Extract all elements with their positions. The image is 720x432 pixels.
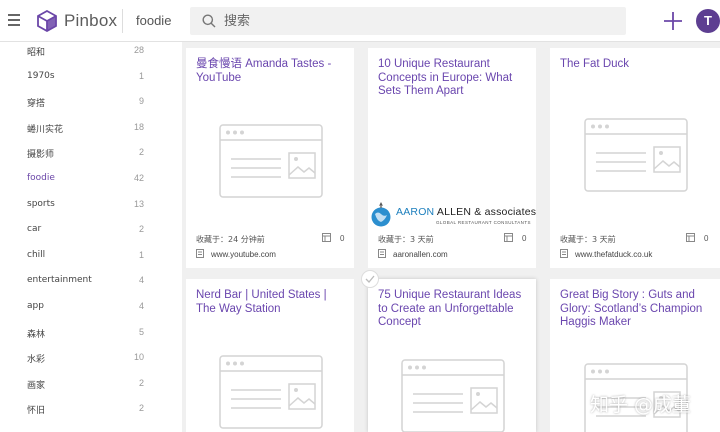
sidebar-item-count: 18 [133,121,144,132]
logo-wordmark: AARON ALLEN & associates [396,206,536,218]
reader-view-icon[interactable] [686,233,695,242]
zhihu-watermark: 知乎 @成董 [590,394,692,416]
view-count: 0 [522,234,527,243]
source-domain[interactable]: www.thefatduck.co.uk [575,250,652,259]
sidebar-item-count: 42 [133,173,144,183]
logo-wordmark-a: AARON [396,206,435,218]
bookmark-card[interactable]: Nerd Bar | United States | The Way Stati… [186,279,354,432]
sidebar-item-label: 昭和 [27,48,46,58]
sidebar-item-count: 4 [138,275,144,286]
sidebar-item-count: 10 [133,352,144,363]
sidebar-item-label: 穿搭 [27,99,46,110]
webpage-placeholder-icon [401,359,505,432]
aaron-allen-logo: AARON ALLEN & associates GLOBAL RESTAURA… [368,196,538,236]
page-icon [196,249,204,258]
card-title[interactable]: Nerd Bar | United States | The Way Stati… [196,289,346,316]
sidebar-item-count: 28 [133,45,144,55]
sidebar-item[interactable]: 蜷川实花 18 [0,119,182,139]
sidebar-item[interactable]: 森林 5 [0,324,182,344]
sidebar-item-label: sports [27,198,55,209]
card-title[interactable]: The Fat Duck [560,58,712,72]
view-count: 0 [704,234,709,243]
sidebar-item[interactable]: entertainment 4 [0,272,182,292]
sidebar-item[interactable]: 穿搭 9 [0,93,182,113]
brand-name[interactable]: Pinbox [64,11,117,31]
logo-tagline: GLOBAL RESTAURANT CONSULTANTS [436,220,531,225]
top-bar: Pinbox foodie T [0,0,720,42]
saved-time: 收藏于：3 天前 [378,235,434,244]
webpage-placeholder-icon [219,124,323,198]
sidebar-item[interactable]: 1970s 1 [0,68,182,88]
check-icon [365,275,375,283]
sidebar-item[interactable]: 昭和 28 [0,42,182,62]
sidebar-item-label: 摄影师 [27,150,55,161]
sidebar-item-label: 画家 [27,380,46,391]
collections-sidebar: 昭和 28 1970s 1 穿搭 9 蜷川实花 18 摄影师 2 foodie 42 spo… [0,42,182,432]
sidebar-item[interactable]: 画家 2 [0,375,182,395]
bookmark-card[interactable]: 曼食慢语 Amanda Tastes - YouTube 收藏于：24 分钟前 … [186,48,354,268]
source-domain[interactable]: www.youtube.com [211,250,276,259]
sidebar-item-label: 怀旧 [27,406,46,417]
sidebar-item-label: 森林 [27,329,46,340]
sidebar-item-foodie[interactable]: foodie 42 [0,170,182,190]
sidebar-item-label: chill [27,249,46,260]
bookmark-card[interactable]: The Fat Duck 收藏于：3 天前 0 www.thefatduck.c… [550,48,720,268]
webpage-placeholder-icon [584,118,688,192]
sidebar-item-label: 蜷川实花 [27,124,64,135]
sidebar-item[interactable]: 怀旧 2 [0,400,182,420]
page-icon [560,249,568,258]
pinbox-logo-icon[interactable] [37,10,57,32]
sidebar-item[interactable]: chill 1 [0,247,182,267]
menu-icon[interactable] [8,14,20,26]
sidebar-item[interactable]: 水彩 10 [0,349,182,369]
bookmark-card-hovered[interactable]: 75 Unique Restaurant Ideas to Create an … [368,279,536,432]
add-icon[interactable] [662,10,684,32]
sidebar-item-count: 2 [138,403,144,414]
sidebar-item-label: 1970s [27,70,55,81]
sidebar-item-count: 2 [138,377,144,388]
sidebar-item-label: car [27,224,42,235]
sidebar-item-label: 水彩 [27,355,46,366]
sidebar-item-count: 2 [138,147,144,158]
sidebar-item-label: app [27,301,44,311]
search-input[interactable] [224,7,614,35]
saved-time: 收藏于：3 天前 [560,235,616,244]
webpage-placeholder-icon [219,355,323,429]
globe-icon [371,202,391,227]
search-icon [202,14,216,28]
saved-time: 收藏于：24 分钟前 [196,235,265,244]
sidebar-item-label: foodie [27,173,55,183]
bookmark-card[interactable]: 10 Unique Restaurant Concepts in Europe:… [368,48,536,268]
sidebar-item-count: 2 [138,224,144,235]
sidebar-item-count: 4 [138,301,144,311]
header-divider [122,9,123,33]
page-icon [378,249,386,258]
select-check-button[interactable] [361,270,379,288]
search-box[interactable] [190,7,626,35]
sidebar-item-label: entertainment [27,275,92,286]
sidebar-item[interactable]: 摄影师 2 [0,144,182,164]
sidebar-item[interactable]: car 2 [0,221,182,241]
card-title[interactable]: Great Big Story : Guts and Glory: Scotla… [560,289,712,330]
sidebar-item-count: 5 [138,326,144,337]
sidebar-item-count: 13 [133,198,144,209]
source-domain[interactable]: aaronallen.com [393,250,448,259]
sidebar-item-count: 1 [138,70,144,81]
reader-view-icon[interactable] [322,233,331,242]
avatar[interactable]: T [696,9,720,33]
view-count: 0 [340,234,345,243]
sidebar-item[interactable]: app 4 [0,298,182,318]
logo-wordmark-b: ALLEN & associates [436,206,537,218]
sidebar-item-count: 9 [138,96,144,107]
card-title[interactable]: 10 Unique Restaurant Concepts in Europe:… [378,58,528,99]
card-title[interactable]: 曼食慢语 Amanda Tastes - YouTube [196,58,346,85]
sidebar-item[interactable]: sports 13 [0,196,182,216]
reader-view-icon[interactable] [504,233,513,242]
current-collection: foodie [136,13,172,28]
sidebar-item-count: 1 [138,249,144,260]
card-title[interactable]: 75 Unique Restaurant Ideas to Create an … [378,289,528,330]
